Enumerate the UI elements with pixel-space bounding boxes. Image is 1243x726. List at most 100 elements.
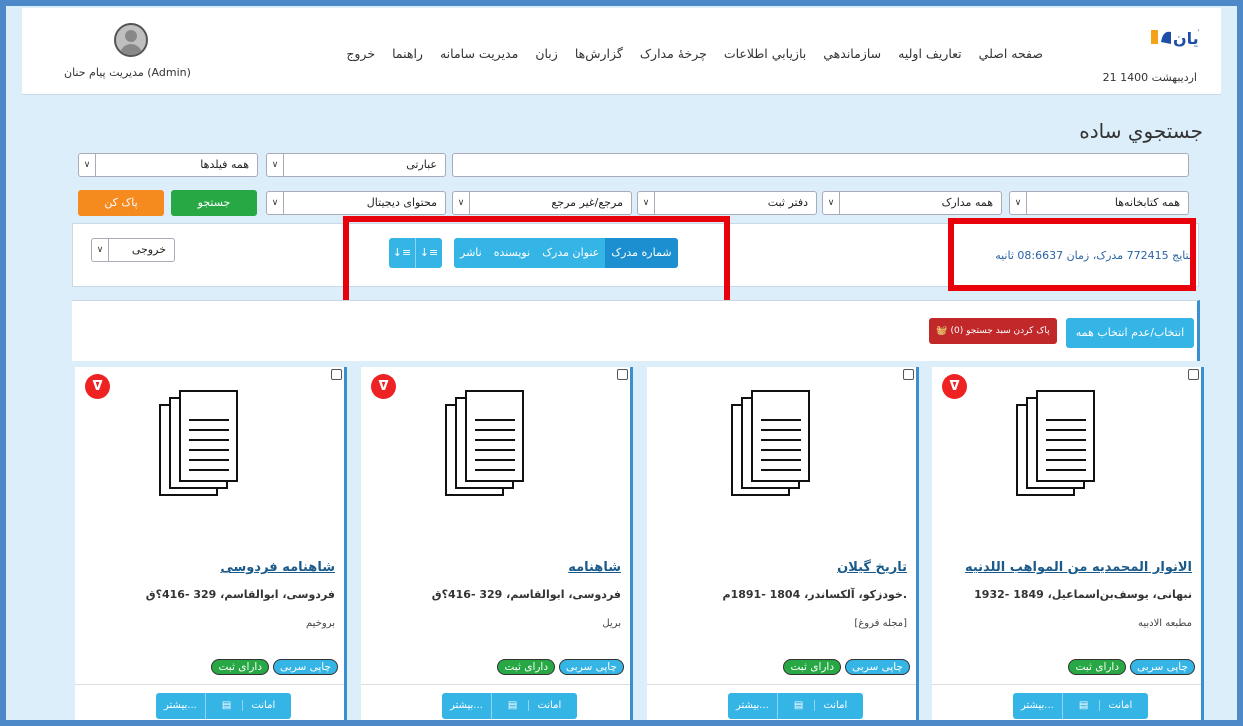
highlight-results-box — [948, 218, 1196, 291]
loan-button[interactable]: ▤ امانت — [204, 693, 292, 719]
badge-print: چاپی سربی — [273, 659, 338, 675]
pdf-icon[interactable]: ᐁ — [371, 374, 396, 399]
nav-reports[interactable]: گزارش‌ها — [575, 46, 623, 61]
badge-print: چاپی سربی — [845, 659, 910, 675]
more-button[interactable]: بیشتر... — [156, 693, 205, 719]
clear-cart-label: پاک کردن سبد جستجو (0) — [950, 326, 1050, 336]
card-title[interactable]: تاريخ گيلان — [837, 560, 907, 575]
badge-print: چاپی سربی — [559, 659, 624, 675]
selection-bar: انتخاب/عدم انتخاب همه 🧺 پاک کردن سبد جست… — [72, 300, 1200, 361]
card-badges: چاپی سربی دارای ثبت — [497, 659, 624, 675]
app-frame: آیان 21 ارديبهشت 1400 صفحه اصلي تعاريف ا… — [6, 6, 1237, 720]
chevron-down-icon: ∨ — [92, 239, 109, 261]
card-publisher: [مجله فروغ] — [854, 618, 907, 629]
nav-lifecycle[interactable]: چرخهٔ مدارک — [640, 46, 707, 61]
docs-select[interactable]: همه مدارک ∨ — [822, 191, 1002, 215]
loan-button[interactable]: ▤ امانت — [1061, 693, 1149, 719]
main-nav: صفحه اصلي تعاريف اوليه سازماندهي بازيابي… — [346, 46, 1043, 61]
nav-definitions[interactable]: تعاريف اوليه — [898, 46, 962, 61]
card-badges: چاپی سربی دارای ثبت — [1068, 659, 1195, 675]
clear-cart-button[interactable]: 🧺 پاک کردن سبد جستجو (0) — [929, 318, 1057, 344]
pdf-icon[interactable]: ᐁ — [85, 374, 110, 399]
nav-logout[interactable]: خروج — [346, 46, 375, 61]
search-button[interactable]: جستجو — [171, 190, 257, 216]
nav-home[interactable]: صفحه اصلي — [979, 46, 1043, 61]
user-avatar-icon[interactable] — [114, 23, 148, 57]
search-field-select[interactable]: همه فیلدها ∨ — [78, 153, 258, 177]
search-query-input[interactable] — [452, 153, 1189, 177]
digital-select[interactable]: محتوای دیجیتال ∨ — [266, 191, 446, 215]
card-badges: چاپی سربی دارای ثبت — [211, 659, 338, 675]
more-button[interactable]: بیشتر... — [1013, 693, 1062, 719]
book-icon: ▤ — [785, 700, 815, 711]
docs-value: همه مدارک — [941, 196, 993, 209]
card-author: خودزکو، آلکساندر، 1804 -1891م. — [722, 588, 907, 601]
card-checkbox[interactable] — [331, 369, 342, 380]
nav-retrieval[interactable]: بازيابي اطلاعات — [724, 46, 806, 61]
card-title[interactable]: الانوار المحمديه من المواهب اللدنيه — [965, 560, 1192, 575]
card-checkbox[interactable] — [903, 369, 914, 380]
document-stack-icon — [445, 390, 524, 496]
ayan-logo[interactable]: آیان — [1149, 22, 1205, 52]
reference-select[interactable]: مرجع/غیر مرجع ∨ — [452, 191, 632, 215]
library-select[interactable]: همه کتابخانه‌ها ∨ — [1009, 191, 1189, 215]
logo-text: آیان — [1173, 28, 1199, 48]
document-stack-icon — [1016, 390, 1095, 496]
card-author: فردوسی، ابوالقاسم، 329 -416؟ق — [431, 588, 621, 601]
result-card: ᐁ شاهنامه فردوسی، ابوالقاسم، 329 -416؟ق … — [361, 367, 633, 720]
output-select[interactable]: خروجی ∨ — [91, 238, 175, 262]
pdf-icon[interactable]: ᐁ — [942, 374, 967, 399]
library-value: همه کتابخانه‌ها — [1114, 196, 1180, 209]
output-value: خروجی — [131, 243, 166, 256]
result-card: ᐁ شاهنامه فردوسی فردوسی، ابوالقاسم، 329 … — [75, 367, 347, 720]
select-all-button[interactable]: انتخاب/عدم انتخاب همه — [1066, 318, 1194, 348]
nav-language[interactable]: زبان — [535, 46, 558, 61]
more-button[interactable]: بیشتر... — [442, 693, 491, 719]
card-publisher: بروخيم — [306, 618, 335, 629]
search-type-value: عبارتی — [406, 158, 437, 171]
register-select[interactable]: دفتر ثبت ∨ — [637, 191, 817, 215]
loan-button[interactable]: ▤ امانت — [776, 693, 864, 719]
search-field-value: همه فیلدها — [200, 158, 249, 171]
book-icon: ▤ — [213, 700, 243, 711]
badge-registered: دارای ثبت — [497, 659, 556, 675]
nav-system-admin[interactable]: مديريت سامانه — [440, 46, 518, 61]
chevron-down-icon: ∨ — [79, 154, 96, 176]
loan-label: امانت — [814, 700, 856, 711]
reference-value: مرجع/غیر مرجع — [551, 196, 623, 209]
loan-label: امانت — [528, 700, 570, 711]
loan-label: امانت — [242, 700, 284, 711]
card-publisher: مطبعه الادبيه — [1137, 618, 1192, 629]
document-stack-icon — [159, 390, 238, 496]
card-actions: بیشتر... ▤ امانت — [442, 693, 578, 719]
card-checkbox[interactable] — [1188, 369, 1199, 380]
chevron-down-icon: ∨ — [638, 192, 655, 214]
chevron-down-icon: ∨ — [453, 192, 470, 214]
clear-button[interactable]: پاک کن — [78, 190, 164, 216]
badge-registered: دارای ثبت — [211, 659, 270, 675]
page-title: جستجوي ساده — [1079, 119, 1203, 143]
chevron-down-icon: ∨ — [267, 154, 284, 176]
card-checkbox[interactable] — [617, 369, 628, 380]
card-actions: بیشتر... ▤ امانت — [156, 693, 292, 719]
nav-organization[interactable]: سازماندهي — [823, 46, 881, 61]
card-title[interactable]: شاهنامه — [568, 560, 621, 575]
nav-help[interactable]: راهنما — [392, 46, 423, 61]
highlight-sort-box — [343, 216, 730, 309]
digital-value: محتوای دیجیتال — [366, 196, 437, 209]
user-name[interactable]: مديريت پيام حنان (Admin) — [64, 66, 191, 79]
card-author: نبهانی، يوسف‌بن‌اسماعيل، 1849 -1932 — [974, 588, 1192, 601]
card-actions: بیشتر... ▤ امانت — [728, 693, 864, 719]
card-publisher: بريل — [602, 618, 621, 629]
more-button[interactable]: بیشتر... — [728, 693, 777, 719]
search-type-select[interactable]: عبارتی ∨ — [266, 153, 446, 177]
badge-registered: دارای ثبت — [1068, 659, 1127, 675]
chevron-down-icon: ∨ — [267, 192, 284, 214]
current-date: 21 ارديبهشت 1400 — [1102, 71, 1197, 84]
card-title[interactable]: شاهنامه فردوسی — [220, 560, 335, 575]
top-header: آیان 21 ارديبهشت 1400 صفحه اصلي تعاريف ا… — [22, 8, 1221, 95]
document-stack-icon — [731, 390, 810, 496]
card-author: فردوسی، ابوالقاسم، 329 -416؟ق — [145, 588, 335, 601]
card-badges: چاپی سربی دارای ثبت — [783, 659, 910, 675]
loan-button[interactable]: ▤ امانت — [490, 693, 578, 719]
